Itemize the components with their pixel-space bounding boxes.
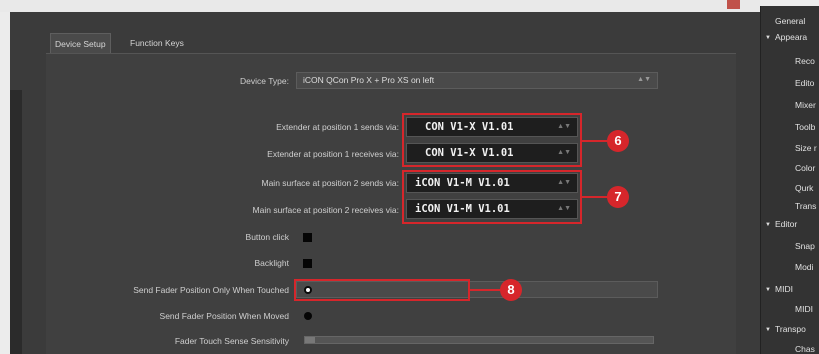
- sidebar-item-midi-sub[interactable]: MIDI: [795, 304, 813, 314]
- callout-line: [470, 289, 502, 291]
- device-type-value: iCON QCon Pro X + Pro XS on left: [303, 75, 435, 85]
- sidebar-item-transport-appearance[interactable]: Trans: [795, 201, 816, 211]
- sensitivity-slider[interactable]: [304, 336, 654, 344]
- sensitivity-label: Fader Touch Sense Sensitivity: [174, 336, 289, 346]
- disclosure-triangle-icon[interactable]: ▼: [765, 35, 771, 41]
- sidebar-item-midi[interactable]: MIDI: [775, 284, 793, 294]
- callout-badge-8: 8: [500, 279, 522, 301]
- sidebar-item-general[interactable]: General: [775, 16, 805, 26]
- fader-moved-label: Send Fader Position When Moved: [159, 311, 289, 321]
- sidebar-item-record[interactable]: Reco: [795, 56, 815, 66]
- extender-sends-label: Extender at position 1 sends via:: [276, 122, 399, 132]
- main-receives-label: Main surface at position 2 receives via:: [252, 205, 399, 215]
- sidebar-item-toolbar[interactable]: Toolb: [795, 122, 815, 132]
- preferences-sidebar: General ▼ Appeara Reco Edito Mixer Toolb…: [760, 6, 819, 354]
- disclosure-triangle-icon[interactable]: ▼: [765, 287, 771, 293]
- backlight-checkbox[interactable]: [303, 259, 312, 268]
- disclosure-triangle-icon[interactable]: ▼: [765, 222, 771, 228]
- sidebar-item-color[interactable]: Color: [795, 163, 815, 173]
- sidebar-item-transport[interactable]: Transpo: [775, 324, 806, 334]
- callout-badge-6: 6: [607, 130, 629, 152]
- fader-moved-radio[interactable]: [304, 312, 312, 320]
- callout-box-extender: [402, 113, 582, 167]
- chevron-up-down-icon: ▲▼: [637, 76, 651, 83]
- tab-function-keys[interactable]: Function Keys: [126, 33, 188, 53]
- backlight-label: Backlight: [254, 258, 290, 268]
- button-click-checkbox[interactable]: [303, 233, 312, 242]
- sidebar-item-editor-appearance[interactable]: Edito: [795, 78, 814, 88]
- sidebar-item-appearance[interactable]: Appeara: [775, 32, 807, 42]
- sidebar-item-quirk[interactable]: Qurk: [795, 183, 813, 193]
- extender-receives-label: Extender at position 1 receives via:: [267, 149, 399, 159]
- main-sends-label: Main surface at position 2 sends via:: [261, 178, 400, 188]
- disclosure-triangle-icon[interactable]: ▼: [765, 327, 771, 333]
- sidebar-item-modifiers[interactable]: Modi: [795, 262, 813, 272]
- fader-touched-label: Send Fader Position Only When Touched: [133, 285, 289, 295]
- sidebar-item-size[interactable]: Size r: [795, 143, 817, 153]
- tab-device-setup[interactable]: Device Setup: [50, 33, 111, 54]
- close-button[interactable]: [727, 0, 740, 9]
- callout-box-main-surface: [402, 170, 582, 224]
- left-scroll-strip: [10, 90, 22, 354]
- sidebar-item-chase[interactable]: Chas: [795, 344, 815, 354]
- preferences-window: Device Setup Function Keys Device Type: …: [0, 0, 819, 354]
- sidebar-item-snap[interactable]: Snap: [795, 241, 815, 251]
- callout-line: [582, 196, 608, 198]
- button-click-label: Button click: [245, 232, 289, 242]
- sidebar-item-editor[interactable]: Editor: [775, 219, 797, 229]
- sidebar-item-mixer[interactable]: Mixer: [795, 100, 816, 110]
- callout-badge-7: 7: [607, 186, 629, 208]
- window-title-bar: [0, 0, 760, 12]
- sensitivity-slider-fill: [305, 337, 316, 343]
- device-type-label: Device Type:: [240, 76, 289, 86]
- device-type-select[interactable]: iCON QCon Pro X + Pro XS on left ▲▼: [296, 72, 658, 89]
- callout-box-fader: [294, 279, 470, 301]
- device-setup-page: [46, 53, 736, 354]
- callout-line: [582, 140, 608, 142]
